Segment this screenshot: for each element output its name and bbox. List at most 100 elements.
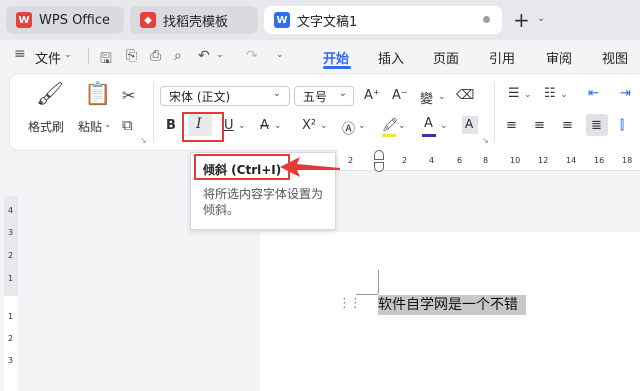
print-preview-icon[interactable]: ⌕: [174, 48, 182, 64]
save-icon[interactable]: 🖫: [100, 48, 112, 72]
menu-row: ≡ 文件 ⌄ 🖫 ⎘ ⎙ ⌕ ↶ ⌄ ↷ ⌄ 开始 插入 页面 引用 审阅 视图: [0, 40, 640, 72]
tab-list-chevron-icon[interactable]: ⌄: [537, 13, 545, 24]
red-arrow-icon: [280, 157, 340, 177]
menu-tab-page[interactable]: 页面: [433, 48, 459, 67]
active-tab-underline: [323, 66, 351, 69]
numbered-list-chevron-icon[interactable]: ⌄: [560, 90, 568, 100]
font-color-bar: [422, 134, 436, 137]
decrease-indent-icon[interactable]: ⇤: [588, 86, 599, 101]
new-tab-plus-icon[interactable]: +: [513, 8, 530, 32]
font-name-value: 宋体 (正文): [169, 89, 231, 104]
justify-icon[interactable]: ≣: [591, 118, 602, 133]
divider: [88, 48, 89, 64]
paste-icon[interactable]: 📋: [84, 82, 111, 107]
character-shading-icon[interactable]: A: [462, 116, 478, 134]
strikethrough-chevron-icon[interactable]: ⌄: [274, 121, 282, 131]
superscript-chevron-icon[interactable]: ⌄: [320, 121, 328, 131]
phonetic-chevron-icon[interactable]: ⌄: [438, 92, 446, 102]
file-menu[interactable]: 文件: [35, 48, 61, 67]
drag-handle-icon[interactable]: ⋮⋮: [338, 296, 362, 311]
unsaved-dot-icon[interactable]: [483, 16, 490, 23]
margin-corner-mark: [356, 294, 378, 295]
selected-document-text[interactable]: 软件自学网是一个不错: [378, 295, 526, 315]
tab-label: 文字文稿1: [297, 14, 358, 30]
wps-logo-icon: W: [16, 12, 32, 28]
divider: [153, 82, 154, 142]
export-pdf-icon[interactable]: ⎘: [126, 48, 137, 64]
ribbon: 🖌 格式刷 📋 粘贴 ⌄ ✂ ⧉ ↘ 宋体 (正文) ⌄ 五号 ⌄ A⁺ A⁻ …: [10, 74, 640, 150]
paste-button[interactable]: 粘贴: [78, 118, 102, 135]
font-dialog-launcher-icon[interactable]: ↘: [482, 136, 489, 145]
tooltip-title-highlight-box: [194, 154, 290, 180]
ruler-number: 1: [8, 274, 14, 283]
numbered-list-icon[interactable]: ☷: [544, 86, 556, 101]
increase-indent-icon[interactable]: ⇥: [620, 86, 631, 101]
clear-formatting-icon[interactable]: ⌫: [456, 88, 474, 103]
print-icon[interactable]: ⎙: [150, 48, 161, 64]
highlight-color-bar: [382, 134, 396, 137]
font-name-select[interactable]: 宋体 (正文) ⌄: [160, 86, 290, 106]
format-painter-button[interactable]: 格式刷: [28, 118, 64, 135]
ruler-number: 12: [538, 156, 549, 165]
menu-tab-references[interactable]: 引用: [489, 48, 515, 67]
bold-button[interactable]: B: [166, 118, 176, 133]
ruler-number: 2: [8, 251, 14, 260]
hamburger-menu-icon[interactable]: ≡: [14, 46, 26, 62]
ruler-number: 16: [594, 156, 605, 165]
ruler-number: 8: [483, 156, 489, 165]
font-color-chevron-icon[interactable]: ⌄: [440, 121, 448, 131]
highlight-chevron-icon[interactable]: ⌄: [398, 121, 406, 131]
ruler-number: 2: [8, 334, 14, 343]
tab-label: 找稻壳模板: [163, 14, 229, 30]
bullet-list-icon[interactable]: ☰: [508, 86, 520, 101]
align-right-icon[interactable]: ≡: [562, 118, 573, 133]
underline-button[interactable]: U: [224, 118, 234, 133]
format-painter-icon[interactable]: 🖌: [36, 82, 64, 107]
ruler-number: 6: [457, 156, 463, 165]
left-indent-marker[interactable]: [374, 162, 384, 172]
clipboard-dialog-launcher-icon[interactable]: ↘: [140, 136, 147, 145]
first-line-indent-marker[interactable]: [374, 150, 384, 160]
decrease-font-size-icon[interactable]: A⁻: [392, 88, 408, 103]
file-menu-chevron-icon[interactable]: ⌄: [64, 50, 72, 60]
font-size-value: 五号: [303, 89, 328, 104]
distributed-align-icon[interactable]: ⫿: [620, 118, 624, 133]
cut-icon[interactable]: ✂: [122, 86, 135, 105]
vertical-ruler: 4 3 2 1 1 2 3: [0, 196, 20, 391]
highlight-icon[interactable]: 🖍: [382, 118, 399, 133]
underline-chevron-icon[interactable]: ⌄: [238, 121, 246, 131]
ruler-number: 18: [622, 156, 633, 165]
copy-icon[interactable]: ⧉: [122, 116, 133, 134]
font-size-select[interactable]: 五号 ⌄: [294, 86, 354, 106]
redo-icon[interactable]: ↷: [246, 48, 258, 64]
bullet-list-chevron-icon[interactable]: ⌄: [524, 90, 532, 100]
document-page[interactable]: ⋮⋮ 软件自学网是一个不错: [260, 232, 640, 391]
phonetic-guide-icon[interactable]: 變: [420, 88, 433, 107]
tab-label: WPS Office: [39, 12, 111, 28]
arrow-shape: [280, 157, 340, 177]
tab-docer-templates[interactable]: ◆ 找稻壳模板: [130, 6, 258, 34]
tooltip-description: 将所选内容字体设置为倾斜。: [203, 187, 324, 217]
menu-tab-review[interactable]: 审阅: [546, 48, 572, 67]
undo-icon[interactable]: ↶: [198, 48, 210, 64]
paste-chevron-icon[interactable]: ⌄: [104, 120, 112, 130]
ruler-number: 3: [8, 228, 14, 237]
text-effect-chevron-icon[interactable]: ⌄: [358, 121, 366, 131]
menu-tab-home[interactable]: 开始: [323, 48, 349, 67]
superscript-button[interactable]: X²: [302, 118, 316, 133]
strikethrough-icon[interactable]: A: [260, 118, 269, 133]
tab-document[interactable]: W 文字文稿1: [264, 6, 502, 34]
tab-bar: W WPS Office ◆ 找稻壳模板 W 文字文稿1 + ⌄: [0, 0, 640, 40]
menu-tab-insert[interactable]: 插入: [378, 48, 404, 67]
ruler-number: 3: [8, 356, 14, 365]
tab-wps-office[interactable]: W WPS Office: [6, 6, 124, 34]
quick-access-chevron-icon[interactable]: ⌄: [276, 50, 284, 60]
ruler-number: 2: [402, 156, 408, 165]
menu-tab-view[interactable]: 视图: [602, 48, 628, 67]
increase-font-size-icon[interactable]: A⁺: [364, 88, 380, 103]
undo-chevron-icon[interactable]: ⌄: [216, 50, 224, 60]
align-center-icon[interactable]: ≡: [534, 118, 545, 133]
font-color-icon[interactable]: A: [424, 116, 433, 131]
align-left-icon[interactable]: ≡: [506, 118, 517, 133]
text-effect-icon[interactable]: Ⓐ: [342, 118, 355, 137]
